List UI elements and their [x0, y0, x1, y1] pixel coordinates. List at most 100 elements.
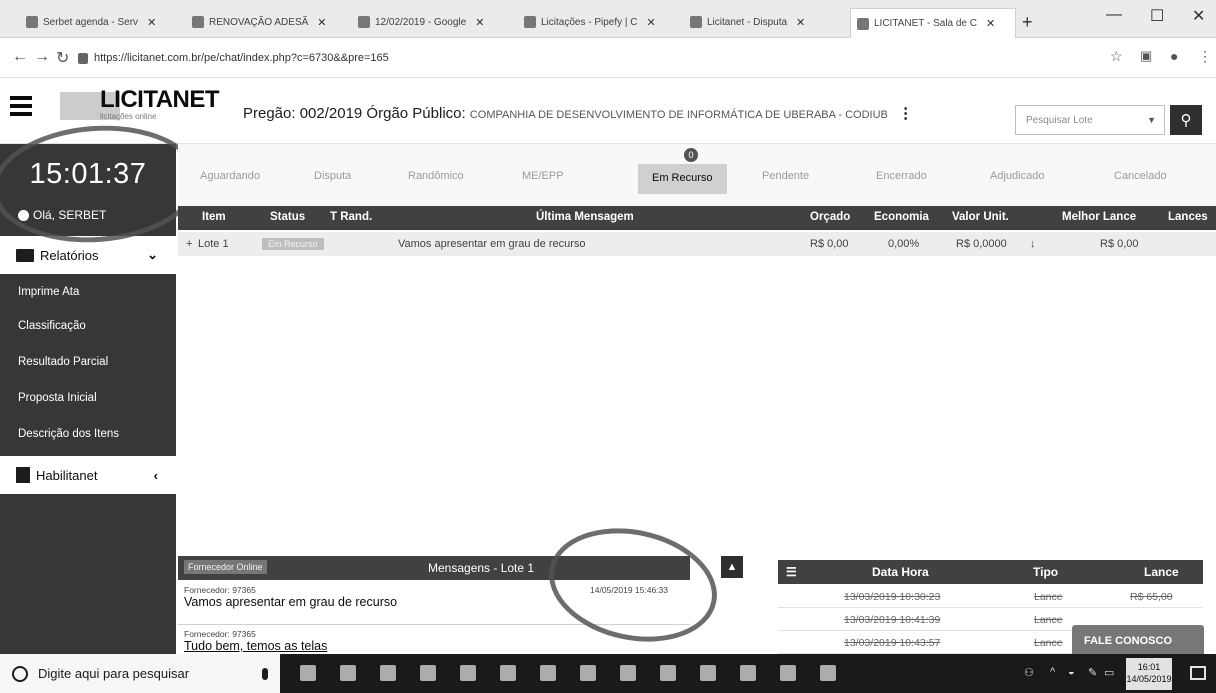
- sidebar-link-descricao-itens[interactable]: Descrição dos Itens: [18, 428, 119, 440]
- tab-randomico[interactable]: Randômico: [408, 170, 464, 182]
- microphone-icon[interactable]: [262, 667, 268, 680]
- menu-dots-icon[interactable]: ⋮: [1198, 48, 1212, 65]
- tab-label: LICITANET - Sala de C: [874, 18, 977, 29]
- browser-tab[interactable]: Licitações - Pipefy | C ✕: [518, 9, 678, 35]
- col-melhor-lance[interactable]: Melhor Lance: [1062, 211, 1136, 223]
- acrobat-icon[interactable]: [820, 665, 836, 681]
- col-status[interactable]: Status: [270, 211, 305, 223]
- search-button[interactable]: ⚲: [1170, 105, 1202, 135]
- bid-type: Lance: [1034, 637, 1063, 649]
- edge-icon[interactable]: [340, 665, 356, 681]
- app-icon[interactable]: [780, 665, 796, 681]
- network-icon[interactable]: ◒: [1068, 666, 1075, 678]
- col-valor-unit[interactable]: Valor Unit.: [952, 211, 1009, 223]
- app-icon[interactable]: [460, 665, 476, 681]
- close-icon[interactable]: ✕: [647, 16, 656, 29]
- excel-icon[interactable]: [500, 665, 516, 681]
- close-icon[interactable]: ✕: [796, 16, 805, 29]
- expand-icon[interactable]: +: [186, 238, 192, 250]
- back-icon[interactable]: ←: [12, 48, 28, 66]
- sidebar-link-imprime-ata[interactable]: Imprime Ata: [18, 286, 79, 298]
- col-lances[interactable]: Lances: [1168, 211, 1208, 223]
- folder-open-icon: [16, 248, 34, 262]
- col-t-rand[interactable]: T Rand.: [330, 211, 372, 223]
- gmail-icon: [192, 16, 204, 28]
- tab-aguardando[interactable]: Aguardando: [200, 170, 260, 182]
- window-close-icon[interactable]: ✕: [1192, 6, 1205, 26]
- lote-search-select[interactable]: Pesquisar Lote ▼: [1015, 105, 1165, 135]
- people-icon[interactable]: ⚇: [1024, 666, 1034, 679]
- url-text: https://licitanet.com.br/pe/chat/index.p…: [94, 52, 389, 64]
- chevron-up-icon[interactable]: ▲: [721, 556, 743, 578]
- hamburger-icon[interactable]: [10, 96, 32, 120]
- bid-datetime: 13/03/2019 10:43:57: [844, 637, 941, 649]
- taskbar-search[interactable]: Digite aqui para pesquisar: [0, 654, 280, 693]
- star-icon[interactable]: ☆: [1110, 48, 1123, 65]
- bid-value: R$ 65,00: [1130, 591, 1173, 603]
- bid-type: Lance: [1034, 591, 1063, 603]
- close-icon[interactable]: ✕: [475, 16, 484, 29]
- col-orcado[interactable]: Orçado: [810, 211, 850, 223]
- browser-tab[interactable]: RENOVAÇÃO ADESÃ ✕: [186, 9, 346, 35]
- profile-icon[interactable]: ●: [1170, 48, 1178, 64]
- forward-icon[interactable]: →: [34, 48, 50, 66]
- more-info-icon[interactable]: ⋮: [898, 104, 913, 122]
- cortana-icon: [12, 665, 28, 682]
- tab-adjudicado[interactable]: Adjudicado: [990, 170, 1044, 182]
- store-icon[interactable]: [620, 665, 636, 681]
- col-economia[interactable]: Economia: [874, 211, 929, 223]
- browser-tab[interactable]: Licitanet - Disputa ✕: [684, 9, 844, 35]
- chrome-icon[interactable]: [580, 665, 596, 681]
- sidebar-link-classificacao[interactable]: Classificação: [18, 320, 86, 332]
- close-icon[interactable]: ✕: [317, 16, 326, 29]
- message-sender: Fornecedor: 97365: [184, 585, 256, 595]
- tab-label: RENOVAÇÃO ADESÃ: [209, 16, 309, 28]
- search-icon: ⚲: [1180, 112, 1192, 129]
- tab-disputa[interactable]: Disputa: [314, 170, 351, 182]
- brand-title: LICITANET: [100, 86, 220, 113]
- pregao-title: Pregão: 002/2019 Órgão Público: COMPANHI…: [243, 104, 913, 122]
- tab-cancelado[interactable]: Cancelado: [1114, 170, 1167, 182]
- display-icon[interactable]: ▭: [1104, 666, 1114, 679]
- tab-encerrado[interactable]: Encerrado: [876, 170, 927, 182]
- browser-tab-active[interactable]: LICITANET - Sala de C ✕: [850, 8, 1016, 38]
- firefox-icon[interactable]: [540, 665, 556, 681]
- pen-icon[interactable]: ✎: [1088, 666, 1097, 679]
- pen-icon[interactable]: [660, 665, 676, 681]
- notifications-icon[interactable]: [1190, 666, 1206, 680]
- bids-header: ☰ Data Hora Tipo Lance: [778, 560, 1203, 584]
- sidebar-link-proposta-inicial[interactable]: Proposta Inicial: [18, 392, 97, 404]
- maximize-icon[interactable]: ☐: [1150, 6, 1164, 26]
- mail-icon[interactable]: [420, 665, 436, 681]
- url-field[interactable]: https://licitanet.com.br/pe/chat/index.p…: [78, 46, 1098, 70]
- bid-datetime: 13/03/2019 10:30:23: [844, 591, 941, 603]
- tab-me-epp[interactable]: ME/EPP: [522, 170, 564, 182]
- tab-pendente[interactable]: Pendente: [762, 170, 809, 182]
- windows-taskbar: Digite aqui para pesquisar ⚇ ^ ◒ ✎ ▭ 16:…: [0, 654, 1216, 693]
- tab-em-recurso[interactable]: 0 Em Recurso: [638, 148, 727, 194]
- taskbar-clock[interactable]: 16:01 14/05/2019: [1126, 658, 1172, 690]
- file-explorer-icon[interactable]: [380, 665, 396, 681]
- close-icon[interactable]: ✕: [147, 16, 156, 29]
- message-sender: Fornecedor: 97365: [184, 629, 256, 639]
- book-icon: [16, 467, 30, 483]
- sidebar-group-habilitanet[interactable]: Habilitanet ‹: [0, 456, 176, 494]
- cell-orcado: R$ 0,00: [810, 238, 849, 250]
- minimize-icon[interactable]: —: [1106, 6, 1122, 24]
- extension-icon[interactable]: ▣: [1140, 48, 1152, 64]
- word-icon[interactable]: [700, 665, 716, 681]
- drive-icon: [358, 16, 370, 28]
- reload-icon[interactable]: ↻: [56, 48, 69, 68]
- cell-valor-unit: R$ 0,0000: [956, 238, 1007, 250]
- browser-tab[interactable]: 12/02/2019 - Google ✕: [352, 9, 512, 35]
- close-icon[interactable]: ✕: [986, 17, 995, 30]
- tray-chevron-up-icon[interactable]: ^: [1050, 666, 1055, 678]
- table-row[interactable]: + Lote 1 Em Recurso Vamos apresentar em …: [178, 232, 1216, 256]
- col-ultima-mensagem[interactable]: Última Mensagem: [536, 211, 634, 223]
- sidebar-link-resultado-parcial[interactable]: Resultado Parcial: [18, 356, 108, 368]
- new-tab-icon[interactable]: +: [1022, 12, 1033, 33]
- col-item[interactable]: Item: [202, 211, 226, 223]
- browser-tab[interactable]: Serbet agenda - Serv ✕: [20, 9, 180, 35]
- excel-icon[interactable]: [740, 665, 756, 681]
- task-view-icon[interactable]: [300, 665, 316, 681]
